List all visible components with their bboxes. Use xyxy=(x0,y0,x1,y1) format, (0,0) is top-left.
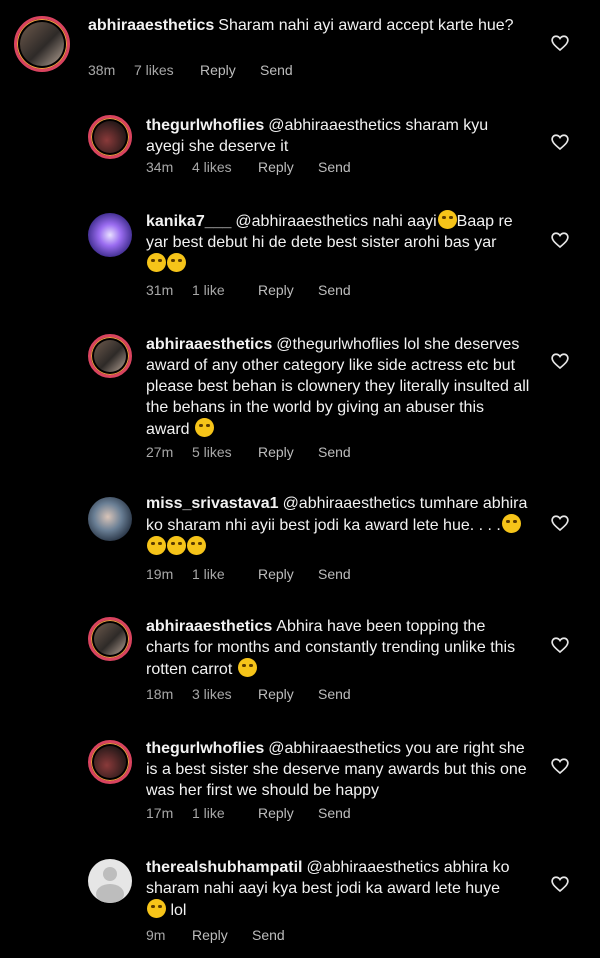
send-button[interactable]: Send xyxy=(252,927,285,943)
comment-meta: 18m 3 likes Reply Send xyxy=(146,686,351,702)
like-heart-icon[interactable] xyxy=(551,757,569,775)
reply-button[interactable]: Reply xyxy=(258,282,318,298)
laughing-emoji xyxy=(167,536,186,555)
send-button[interactable]: Send xyxy=(318,444,351,460)
avatar[interactable] xyxy=(88,213,132,257)
like-heart-icon[interactable] xyxy=(551,352,569,370)
comment-meta: 38m 7 likes Reply Send xyxy=(88,62,293,78)
comment-username[interactable]: abhiraaesthetics xyxy=(146,336,272,353)
avatar[interactable] xyxy=(14,16,70,72)
like-heart-icon[interactable] xyxy=(551,231,569,249)
comment-text-continued: lol xyxy=(170,902,187,919)
comment-body: miss_srivastava1 @abhiraaesthetics tumhar… xyxy=(146,493,530,558)
reply-button[interactable]: Reply xyxy=(258,566,318,582)
comment-likes[interactable]: 1 like xyxy=(192,282,258,298)
laughing-emoji xyxy=(187,536,206,555)
comment-time: 9m xyxy=(146,927,166,943)
avatar[interactable] xyxy=(88,740,132,784)
laughing-emoji xyxy=(147,899,166,918)
like-heart-icon[interactable] xyxy=(551,875,569,893)
like-heart-icon[interactable] xyxy=(551,34,569,52)
comment-likes[interactable]: 7 likes xyxy=(134,62,200,78)
comment-username[interactable]: therealshubhampatil xyxy=(146,859,302,876)
send-button[interactable]: Send xyxy=(318,686,351,702)
comment-meta: 34m 4 likes Reply Send xyxy=(146,159,351,175)
laughing-emoji xyxy=(501,514,521,533)
comment-body: thegurlwhoflies @abhiraaesthetics you are… xyxy=(146,738,530,801)
laughing-emoji xyxy=(147,536,166,555)
comment-text: Sharam nahi ayi award accept karte hue? xyxy=(218,17,514,34)
like-heart-icon[interactable] xyxy=(551,636,569,654)
comment-body: abhiraaesthetics Abhira have been topping… xyxy=(146,616,530,680)
comment-time: 31m xyxy=(146,282,174,298)
comment-username[interactable]: kanika7___ xyxy=(146,213,231,230)
comment-text: @abhiraaesthetics nahi aayi xyxy=(235,213,437,230)
avatar[interactable] xyxy=(88,859,132,903)
comment-body: thegurlwhoflies @abhiraaesthetics sharam … xyxy=(146,115,530,157)
send-button[interactable]: Send xyxy=(318,159,351,175)
hushed-emoji xyxy=(237,658,257,677)
comment-item: abhiraaesthetics Sharam nahi ayi award ac… xyxy=(0,0,600,95)
comment-likes[interactable]: 5 likes xyxy=(192,444,258,460)
avatar[interactable] xyxy=(88,334,132,378)
reply-button[interactable]: Reply xyxy=(258,686,318,702)
reply-button[interactable]: Reply xyxy=(258,805,318,821)
disappointed-emoji xyxy=(195,418,215,437)
comment-body: abhiraaesthetics Sharam nahi ayi award ac… xyxy=(88,15,530,36)
comment-time: 38m xyxy=(88,62,116,78)
comment-meta: 9m Reply Send xyxy=(146,927,285,943)
comment-time: 27m xyxy=(146,444,174,460)
reply-button[interactable]: Reply xyxy=(192,927,252,943)
comment-username[interactable]: miss_srivastava1 xyxy=(146,495,279,512)
laughing-emoji xyxy=(167,253,186,272)
comment-username[interactable]: thegurlwhoflies xyxy=(146,117,264,134)
comment-time: 18m xyxy=(146,686,174,702)
comment-likes[interactable]: 4 likes xyxy=(192,159,258,175)
comment-username[interactable]: abhiraaesthetics xyxy=(88,17,214,34)
comment-time: 19m xyxy=(146,566,174,582)
crying-emoji xyxy=(147,253,166,272)
comment-username[interactable]: thegurlwhoflies xyxy=(146,740,264,757)
comment-body: kanika7___ @abhiraaesthetics nahi aayi Baa… xyxy=(146,210,530,275)
send-button[interactable]: Send xyxy=(318,805,351,821)
comment-time: 17m xyxy=(146,805,174,821)
send-button[interactable]: Send xyxy=(318,282,351,298)
reply-button[interactable]: Reply xyxy=(258,444,318,460)
avatar[interactable] xyxy=(88,115,132,159)
comment-likes[interactable]: 1 like xyxy=(192,805,258,821)
comment-meta: 27m 5 likes Reply Send xyxy=(146,444,351,460)
comment-username[interactable]: abhiraaesthetics xyxy=(146,618,272,635)
comment-likes[interactable]: 1 like xyxy=(192,566,258,582)
send-button[interactable]: Send xyxy=(318,566,351,582)
comment-meta: 17m 1 like Reply Send xyxy=(146,805,351,821)
send-button[interactable]: Send xyxy=(260,62,293,78)
avatar[interactable] xyxy=(88,497,132,541)
avatar[interactable] xyxy=(88,617,132,661)
crying-emoji xyxy=(437,210,457,229)
like-heart-icon[interactable] xyxy=(551,133,569,151)
reply-button[interactable]: Reply xyxy=(258,159,318,175)
comment-meta: 19m 1 like Reply Send xyxy=(146,566,351,582)
reply-button[interactable]: Reply xyxy=(200,62,260,78)
like-heart-icon[interactable] xyxy=(551,514,569,532)
comment-likes[interactable]: 3 likes xyxy=(192,686,258,702)
comment-meta: 31m 1 like Reply Send xyxy=(146,282,351,298)
comment-time: 34m xyxy=(146,159,174,175)
comment-body: abhiraaesthetics @thegurlwhoflies lol she… xyxy=(146,334,530,440)
comment-body: therealshubhampatil @abhiraaesthetics abh… xyxy=(146,857,530,921)
